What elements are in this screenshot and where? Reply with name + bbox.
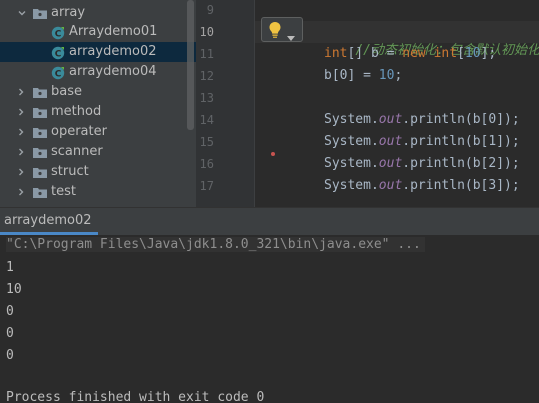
code-text: b[0] = (324, 68, 379, 83)
code-text: ]; (480, 46, 497, 61)
chevron-right-icon[interactable] (16, 107, 26, 117)
console-command-line[interactable]: "C:\Program Files\Java\jdk1.8.0_321\bin\… (6, 237, 425, 252)
chevron-right-icon[interactable] (16, 167, 26, 177)
chevron-right-icon[interactable] (16, 127, 26, 137)
code-line-17[interactable]: System.out.println(b[3]); (324, 178, 520, 193)
code-text: System. (324, 178, 379, 193)
package-folder-icon (33, 127, 47, 138)
tree-item-label: array (51, 5, 86, 20)
line-number: 10 (199, 25, 214, 39)
line-number: 17 (199, 179, 214, 193)
line-number: 12 (199, 69, 214, 83)
tree-folder-base[interactable]: base (0, 82, 196, 102)
tab-run-config[interactable]: arraydemo02 (0, 208, 98, 235)
chevron-right-icon[interactable] (16, 147, 26, 157)
breakpoint-marker-icon[interactable] (271, 152, 275, 156)
tree-folder-array[interactable]: array (0, 3, 196, 23)
code-static-field: out (378, 112, 403, 127)
code-text: [ (457, 46, 465, 61)
line-number: 15 (199, 135, 214, 149)
tree-class-arraydemo04[interactable]: C arraydemo04 (0, 62, 196, 82)
console-output-line: 0 (6, 348, 14, 363)
tree-item-label: struct (51, 164, 89, 179)
project-tree: array C Arraydemo01 C arraydemo02 C arra… (0, 0, 196, 207)
tree-item-label: test (51, 184, 76, 199)
code-number: 10 (464, 46, 481, 61)
code-static-field: out (378, 156, 403, 171)
code-text: .println(b[2]); (402, 156, 520, 171)
line-number: 16 (199, 157, 214, 171)
editor-gutter: 9 10 11 12 13 14 15 16 17 (196, 0, 254, 207)
tree-item-label: arraydemo02 (69, 44, 157, 59)
tree-class-arraydemo01[interactable]: C Arraydemo01 (0, 22, 196, 42)
svg-text:C: C (55, 49, 62, 59)
code-text: System. (324, 134, 379, 149)
console-output-line: 10 (6, 282, 22, 297)
svg-text:C: C (55, 69, 62, 79)
tree-item-label: Arraydemo01 (69, 24, 158, 39)
package-folder-icon (33, 167, 47, 178)
console-output-line: 0 (6, 326, 14, 341)
tree-item-label: operater (51, 124, 107, 139)
tree-item-label: method (51, 104, 102, 119)
code-line-11[interactable]: int[] b = new int[10]; (324, 46, 496, 61)
tree-folder-test[interactable]: test (0, 182, 196, 202)
svg-text:C: C (55, 29, 62, 39)
code-keyword: int (324, 46, 348, 61)
tree-item-label: base (51, 84, 82, 99)
tree-item-label: scanner (51, 144, 103, 159)
code-text: .println(b[0]); (402, 112, 520, 127)
code-static-field: out (378, 178, 403, 193)
tree-folder-struct[interactable]: struct (0, 162, 196, 182)
code-line-15[interactable]: System.out.println(b[1]); (324, 134, 520, 149)
code-text: System. (324, 112, 379, 127)
package-folder-icon (33, 8, 47, 19)
tree-class-arraydemo02[interactable]: C arraydemo02 (0, 42, 196, 62)
package-folder-icon (33, 187, 47, 198)
line-number: 14 (199, 113, 214, 127)
console-output-line: 0 (6, 304, 14, 319)
package-folder-icon (33, 87, 47, 98)
code-text: ; (394, 68, 403, 83)
intention-actions-button[interactable] (261, 17, 303, 42)
line-number: 11 (199, 47, 214, 61)
tree-folder-scanner[interactable]: scanner (0, 142, 196, 162)
console-output-line: 1 (6, 260, 14, 275)
code-keyword: new (402, 46, 426, 61)
code-text: System. (324, 156, 379, 171)
java-class-icon: C (51, 26, 65, 39)
tree-folder-method[interactable]: method (0, 102, 196, 122)
code-keyword: int (425, 46, 458, 61)
code-line-14[interactable]: System.out.println(b[0]); (324, 112, 520, 127)
tree-scrollbar[interactable] (187, 0, 194, 130)
package-folder-icon (33, 147, 47, 158)
java-class-icon: C (51, 46, 65, 59)
chevron-down-icon[interactable] (17, 8, 27, 18)
code-text: [] b = (347, 46, 403, 61)
package-folder-icon (33, 107, 47, 118)
line-number: 9 (206, 3, 214, 17)
chevron-right-icon[interactable] (16, 87, 26, 97)
run-toolwindow-header: arraydemo02 (0, 207, 539, 235)
chevron-down-icon (287, 27, 295, 41)
tree-folder-operater[interactable]: operater (0, 122, 196, 142)
console-finish-message: Process finished with exit code 0 (6, 390, 265, 403)
code-number: 10 (378, 68, 395, 83)
code-text: .println(b[1]); (402, 134, 520, 149)
code-static-field: out (378, 134, 403, 149)
lightbulb-icon (268, 21, 282, 39)
run-console[interactable]: "C:\Program Files\Java\jdk1.8.0_321\bin\… (0, 235, 539, 403)
run-tab-label: arraydemo02 (4, 212, 92, 228)
code-text: .println(b[3]); (402, 178, 520, 193)
line-number: 13 (199, 91, 214, 105)
code-line-16[interactable]: System.out.println(b[2]); (324, 156, 520, 171)
java-class-icon: C (51, 66, 65, 79)
code-line-12[interactable]: b[0] = 10; (324, 68, 402, 83)
tree-item-label: arraydemo04 (69, 64, 157, 79)
chevron-right-icon[interactable] (16, 187, 26, 197)
